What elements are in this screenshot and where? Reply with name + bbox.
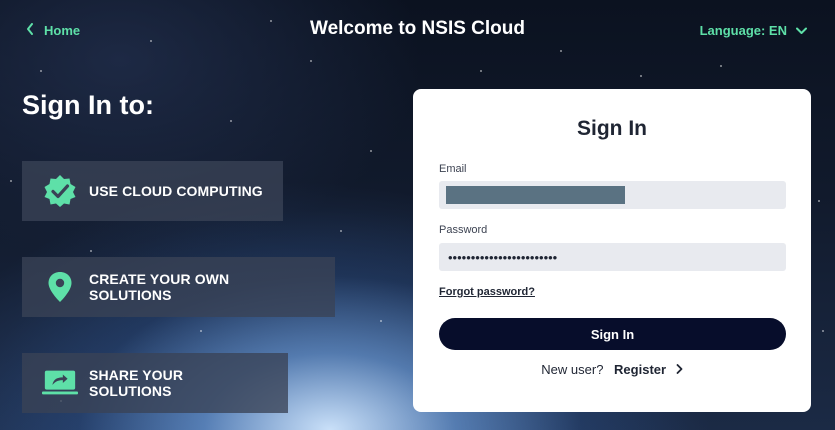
register-row: New user? Register	[413, 362, 811, 377]
register-label: Register	[614, 362, 667, 377]
map-pin-icon	[42, 269, 78, 305]
feature-label: SHARE YOUR SOLUTIONS	[89, 367, 184, 399]
feature-label: CREATE YOUR OWN SOLUTIONS	[89, 271, 230, 303]
register-link[interactable]: Register	[614, 362, 683, 377]
forgot-password-link[interactable]: Forgot password?	[439, 286, 535, 298]
sign-in-card: Sign In Email Password Forgot password? …	[413, 89, 811, 412]
sign-in-to-heading: Sign In to:	[22, 90, 154, 120]
new-user-text: New user?	[541, 362, 604, 377]
email-label: Email	[439, 163, 467, 175]
email-redaction	[446, 186, 625, 204]
share-screen-icon	[42, 365, 78, 401]
sign-in-button[interactable]: Sign In	[439, 318, 786, 350]
language-selector[interactable]: Language: EN	[700, 23, 807, 38]
chevron-right-icon	[676, 362, 683, 377]
feature-cloud-computing: USE CLOUD COMPUTING	[22, 161, 283, 221]
sign-in-title: Sign In	[577, 117, 647, 140]
password-label: Password	[439, 224, 488, 236]
feature-share-solutions: SHARE YOUR SOLUTIONS	[22, 353, 288, 413]
top-bar: Home Welcome to NSIS Cloud Language: EN	[0, 0, 835, 62]
password-field[interactable]	[439, 243, 786, 271]
feature-create-solutions: CREATE YOUR OWN SOLUTIONS	[22, 257, 335, 317]
chevron-down-icon	[796, 23, 807, 38]
language-label: Language: EN	[699, 23, 787, 38]
email-field[interactable]	[439, 181, 786, 209]
verified-badge-icon	[42, 173, 78, 209]
password-input[interactable]	[439, 243, 786, 271]
feature-label: USE CLOUD COMPUTING	[89, 183, 263, 199]
